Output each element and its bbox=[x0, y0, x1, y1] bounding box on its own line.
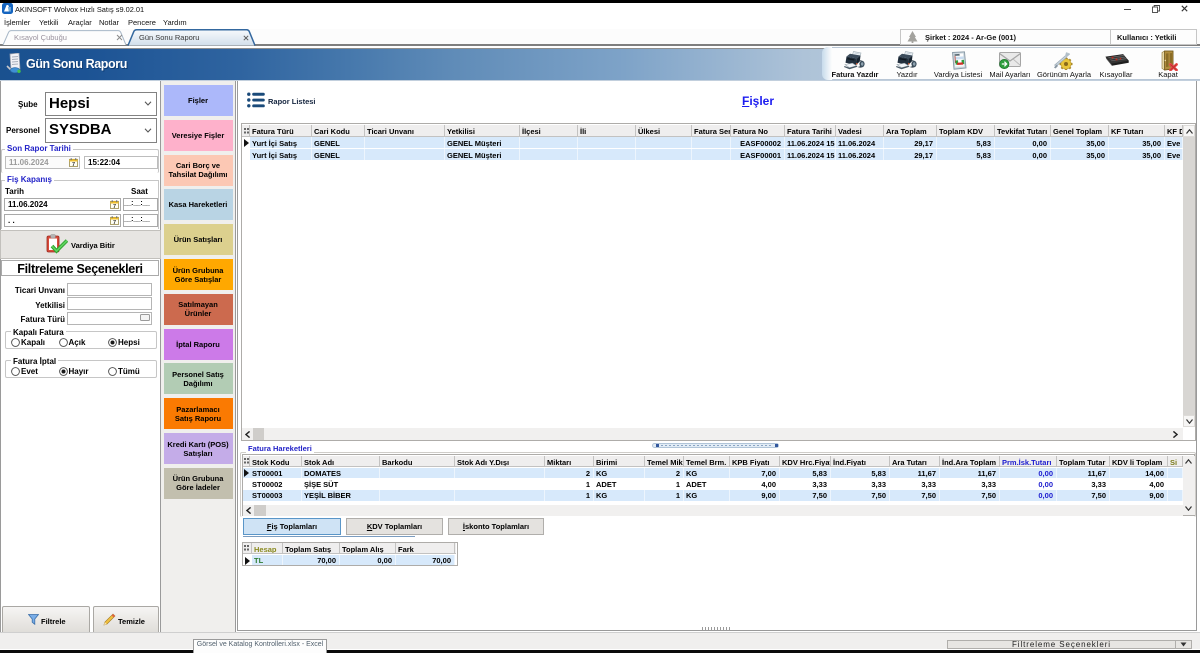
svg-text:7: 7 bbox=[113, 204, 116, 209]
svg-text:7: 7 bbox=[72, 162, 75, 167]
svg-text:7: 7 bbox=[113, 220, 116, 225]
